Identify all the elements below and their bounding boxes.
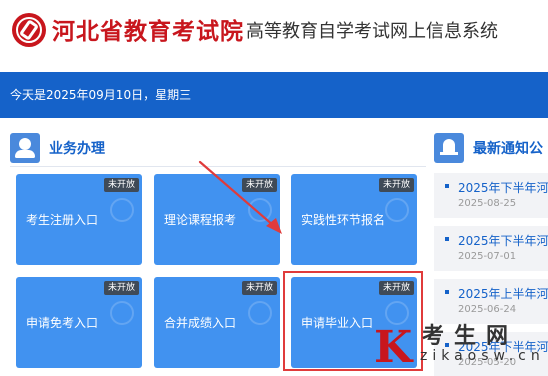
status-badge: 未开放 [241,281,277,295]
bullet-icon [445,184,449,188]
system-name: 高等教育自学考试网上信息系统 [246,21,498,42]
business-section-header: 业务办理 [10,133,420,163]
notice-date: 2025-07-01 [458,251,517,262]
tile-decoration-icon [110,198,134,222]
watermark-logo-letter: K [374,322,413,373]
tile-decoration-icon [110,301,134,325]
status-badge: 未开放 [103,178,139,192]
tile-score-merge[interactable]: 未开放 合并成绩入口 [154,277,280,368]
business-section-title: 业务办理 [49,141,105,157]
tile-student-registration[interactable]: 未开放 考生注册入口 [16,174,142,265]
notice-section-header: 最新通知公 [434,133,548,163]
notice-item[interactable]: 2025年下半年河北 2025-07-01 [434,226,548,271]
tile-decoration-icon [385,198,409,222]
watermark-url: zikaosw.cn [420,348,545,364]
notice-title[interactable]: 2025年下半年河北 [458,179,548,196]
notice-date: 2025-08-25 [458,198,517,209]
status-badge: 未开放 [103,281,139,295]
notice-title[interactable]: 2025年下半年河北 [458,232,548,249]
bell-icon [434,133,464,163]
user-icon-body [15,150,35,158]
current-date: 今天是2025年09月10日，星期三 [10,88,192,102]
user-icon-head [19,138,31,150]
notice-item[interactable]: 2025年下半年河北 2025-08-25 [434,173,548,218]
bullet-icon [445,290,449,294]
site-header: 河北省教育考试院 高等教育自学考试网上信息系统 [0,0,548,64]
tile-label: 考生注册入口 [26,213,99,227]
pointer-arrow-icon [198,160,282,234]
tile-label: 申请免考入口 [26,316,99,330]
exam-authority-logo-icon[interactable] [12,13,46,47]
watermark-name: 考生网 [422,324,519,349]
tile-label: 实践性环节报名 [301,213,386,227]
notice-date: 2025-06-24 [458,304,517,315]
watermark: K 考生网 zikaosw.cn [370,318,548,376]
tile-decoration-icon [248,301,272,325]
status-badge: 未开放 [378,178,414,192]
tile-practical-registration[interactable]: 未开放 实践性环节报名 [291,174,417,265]
bullet-icon [445,237,449,241]
notice-title[interactable]: 2025年上半年河北 [458,285,548,302]
org-name[interactable]: 河北省教育考试院 [52,12,244,46]
user-icon [10,133,40,163]
bell-icon-body [443,139,455,153]
tile-label: 合并成绩入口 [164,316,237,330]
bell-icon-base [440,152,458,155]
date-bar: 今天是2025年09月10日，星期三 [0,72,548,118]
notice-section-title: 最新通知公 [473,141,543,157]
tile-exemption-application[interactable]: 未开放 申请免考入口 [16,277,142,368]
